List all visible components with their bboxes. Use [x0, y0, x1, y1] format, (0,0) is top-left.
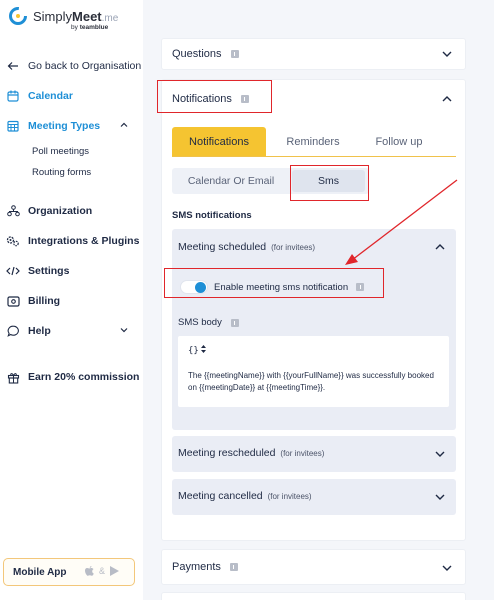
- chevron-up-icon: [119, 120, 129, 133]
- sidebar-item-meeting-types[interactable]: Meeting Types: [0, 115, 143, 137]
- sidebar-item-label: Calendar: [28, 90, 73, 102]
- sort-arrows-icon: [200, 345, 206, 353]
- sidebar-item-calendar[interactable]: Calendar: [0, 85, 143, 107]
- sidebar-item-help[interactable]: Help: [0, 320, 143, 342]
- sidebar-item-back[interactable]: Go back to Organisation: [0, 55, 143, 77]
- meeting-scheduled-header[interactable]: Meeting scheduled (for invitees): [178, 241, 315, 253]
- sidebar-item-organization[interactable]: Organization: [0, 200, 143, 222]
- chevron-down-icon[interactable]: [434, 448, 446, 460]
- mobile-app-label: Mobile App: [13, 566, 67, 578]
- meeting-scheduled-panel: Meeting scheduled (for invitees) Enable …: [172, 229, 456, 430]
- meeting-cancelled-panel[interactable]: Meeting cancelled (for invitees): [172, 479, 456, 515]
- sidebar-item-label: Help: [28, 325, 51, 337]
- calendar-icon: [6, 89, 20, 103]
- tab-follow-up[interactable]: Follow up: [360, 127, 438, 156]
- sidebar-item-billing[interactable]: Billing: [0, 290, 143, 312]
- info-icon[interactable]: [230, 318, 239, 327]
- sidebar-subitem-routing-forms[interactable]: Routing forms: [32, 167, 91, 178]
- sidebar-item-settings[interactable]: Settings: [0, 260, 143, 282]
- mobile-app-banner[interactable]: Mobile App &: [3, 558, 135, 586]
- brand-byline: by teamblue: [71, 24, 109, 31]
- notifications-section: Notifications Notifications Reminders Fo…: [161, 79, 466, 541]
- meeting-cancelled-header: Meeting cancelled (for invitees): [178, 490, 312, 502]
- tab-reminders[interactable]: Reminders: [269, 127, 357, 156]
- play-store-icon[interactable]: [109, 565, 120, 577]
- logo-icon: [9, 7, 27, 25]
- chevron-up-icon[interactable]: [441, 93, 453, 105]
- sidebar-subitem-poll-meetings[interactable]: Poll meetings: [32, 146, 89, 157]
- info-icon[interactable]: [230, 50, 239, 58]
- grid-calendar-icon: [6, 119, 20, 133]
- meeting-rescheduled-panel[interactable]: Meeting rescheduled (for invitees): [172, 436, 456, 472]
- sidebar-item-label: Settings: [28, 265, 70, 277]
- payments-section[interactable]: Payments: [161, 549, 466, 585]
- sidebar-item-label: Meeting Types: [28, 120, 101, 132]
- insert-variable-button[interactable]: {}: [188, 344, 207, 356]
- sidebar-item-label: Earn 20% commission: [28, 371, 140, 383]
- sms-body-label: SMS body: [178, 317, 239, 328]
- payments-title: Payments: [172, 561, 221, 573]
- sidebar-item-label: Go back to Organisation: [28, 60, 142, 72]
- sms-notifications-heading: SMS notifications: [172, 210, 252, 221]
- tab-notifications[interactable]: Notifications: [172, 127, 266, 156]
- sidebar: SimplyMeet.me by teamblue Go back to Org…: [0, 0, 143, 600]
- chevron-down-icon[interactable]: [441, 562, 453, 574]
- organization-icon: [6, 204, 20, 218]
- annotation-box-notifications: [157, 80, 272, 113]
- questions-title: Questions: [172, 48, 222, 60]
- billing-icon: [6, 294, 20, 308]
- chevron-up-icon[interactable]: [434, 241, 446, 253]
- notification-tabs: Notifications Reminders Follow up: [172, 127, 456, 157]
- apple-icon[interactable]: [84, 565, 95, 577]
- chevron-down-icon: [119, 325, 129, 338]
- sidebar-item-earn-commission[interactable]: Earn 20% commission: [0, 366, 143, 388]
- sidebar-item-label: Organization: [28, 205, 93, 217]
- questions-section[interactable]: Questions: [161, 38, 466, 70]
- channel-calendar-email[interactable]: Calendar Or Email: [174, 170, 288, 192]
- next-section: [161, 592, 466, 600]
- sidebar-item-integrations[interactable]: Integrations & Plugins: [0, 230, 143, 252]
- sidebar-item-label: Billing: [28, 295, 61, 307]
- simplymeet-logo[interactable]: SimplyMeet.me by teamblue: [8, 6, 119, 31]
- gears-icon: [6, 234, 20, 248]
- annotation-box-sms: [290, 165, 369, 201]
- sms-body-text[interactable]: The {{meetingName}} with {{yourFullName}…: [188, 370, 438, 394]
- sms-body-editor[interactable]: {} The {{meetingName}} with {{yourFullNa…: [178, 336, 449, 407]
- brand-name: SimplyMeet.me: [33, 8, 119, 24]
- store-separator: &: [99, 566, 106, 576]
- info-icon[interactable]: [229, 563, 238, 571]
- annotation-box-toggle: [164, 268, 384, 298]
- chat-bubble-icon: [6, 324, 20, 338]
- gift-icon: [6, 370, 20, 384]
- sidebar-item-label: Integrations & Plugins: [28, 235, 140, 247]
- arrow-left-icon: [6, 59, 20, 73]
- meeting-rescheduled-header: Meeting rescheduled (for invitees): [178, 447, 325, 459]
- chevron-down-icon[interactable]: [441, 48, 453, 60]
- chevron-down-icon[interactable]: [434, 491, 446, 503]
- code-icon: [6, 264, 20, 278]
